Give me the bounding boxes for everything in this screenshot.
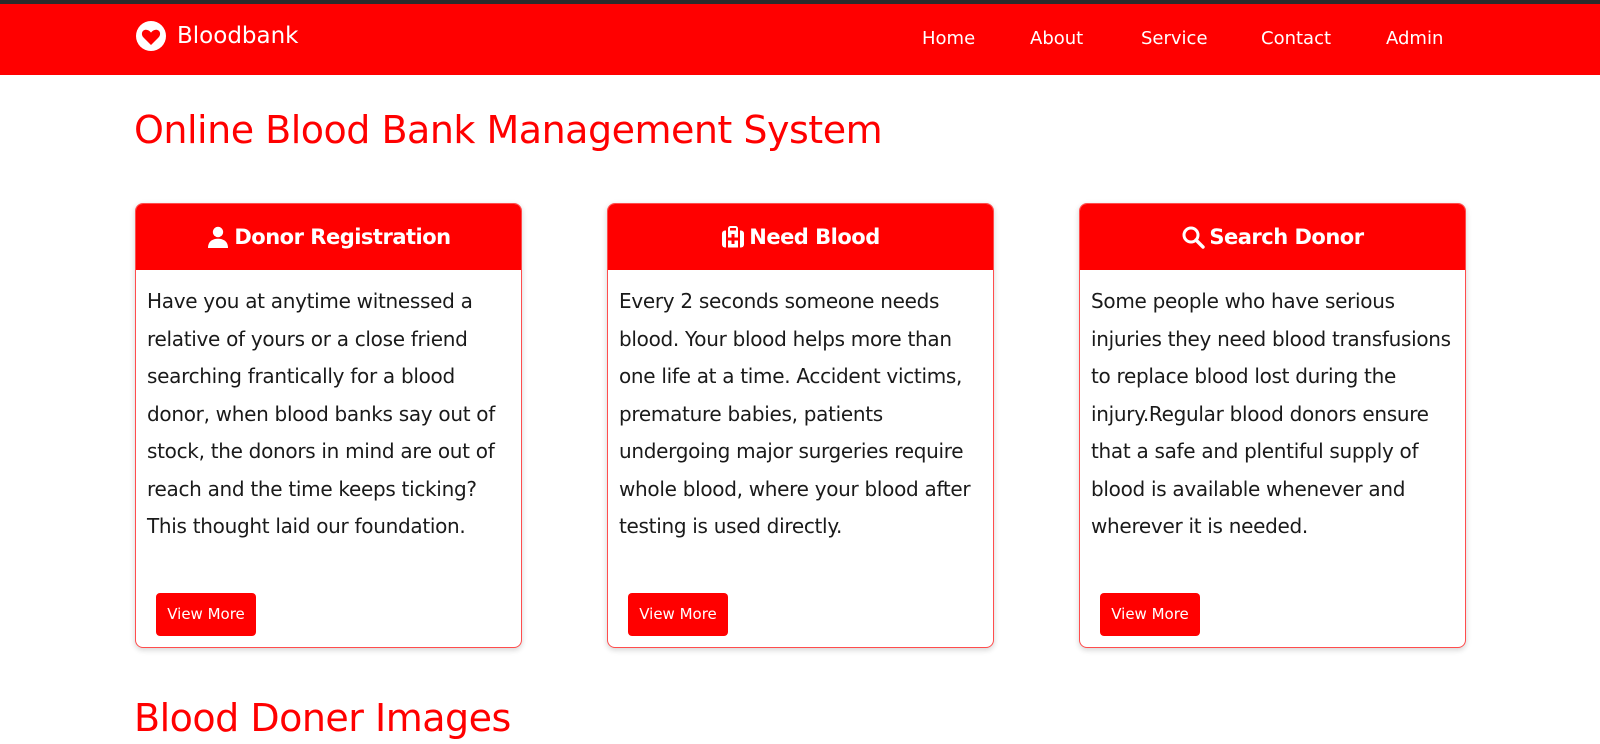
card-need-blood: Need Blood Every 2 seconds someone needs… — [607, 203, 994, 648]
card-text: Every 2 seconds someone needs blood. You… — [619, 289, 971, 538]
nav-contact[interactable]: Contact — [1261, 26, 1331, 52]
navbar: Bloodbank Home About Service Contact Adm… — [0, 4, 1600, 75]
user-icon — [206, 225, 230, 249]
view-more-button[interactable]: View More — [1100, 593, 1200, 636]
search-icon — [1181, 225, 1206, 249]
card-text: Have you at anytime witnessed a relative… — [147, 289, 495, 538]
nav-admin[interactable]: Admin — [1386, 26, 1443, 52]
card-body: Have you at anytime witnessed a relative… — [136, 270, 521, 546]
card-donor-registration: Donor Registration Have you at anytime w… — [135, 203, 522, 648]
page-title: Online Blood Bank Management System — [134, 108, 883, 152]
nav-about[interactable]: About — [1030, 26, 1083, 52]
section-title: Blood Doner Images — [134, 696, 511, 740]
nav-service[interactable]: Service — [1141, 26, 1208, 52]
card-text: Some people who have serious injuries th… — [1091, 289, 1451, 538]
card-header: Need Blood — [608, 204, 993, 270]
card-body: Every 2 seconds someone needs blood. You… — [608, 270, 993, 546]
view-more-button[interactable]: View More — [628, 593, 728, 636]
card-title: Donor Registration — [234, 225, 451, 249]
card-title: Search Donor — [1209, 225, 1364, 249]
card-header: Donor Registration — [136, 204, 521, 270]
card-search-donor: Search Donor Some people who have seriou… — [1079, 203, 1466, 648]
view-more-button[interactable]: View More — [156, 593, 256, 636]
card-header: Search Donor — [1080, 204, 1465, 270]
nav-links: Home About Service Contact Admin — [0, 4, 1600, 75]
medkit-icon — [721, 225, 745, 249]
card-title: Need Blood — [749, 225, 880, 249]
nav-home[interactable]: Home — [922, 26, 975, 52]
card-body: Some people who have serious injuries th… — [1080, 270, 1465, 546]
